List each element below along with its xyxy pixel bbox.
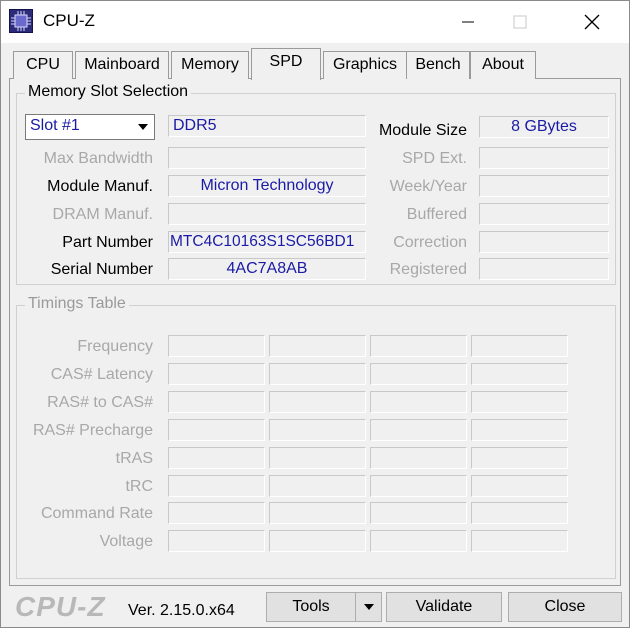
timing-cell — [269, 530, 366, 552]
timing-cell — [370, 530, 467, 552]
timing-cell — [168, 475, 265, 497]
maximize-icon[interactable] — [497, 1, 543, 43]
timing-cell — [269, 391, 366, 413]
timing-cell — [168, 502, 265, 524]
timing-row-label-cas-latency: CAS# Latency — [50, 366, 153, 383]
timing-cell — [269, 447, 366, 469]
correction-label: Correction — [393, 234, 467, 251]
cpu-z-window: CPU-Z CPU Mainboard Memory SPD Graphics … — [0, 0, 630, 628]
registered-label: Registered — [389, 261, 467, 278]
memory-type-field: DDR5 — [168, 115, 366, 137]
timing-cell — [269, 502, 366, 524]
title-bar[interactable]: CPU-Z — [1, 1, 629, 43]
timing-row-label-command-rate: Command Rate — [40, 505, 153, 522]
tools-dropdown-arrow-icon[interactable] — [355, 593, 381, 621]
spd-ext-label: SPD Ext. — [402, 150, 467, 167]
timing-row-label-frequency: Frequency — [77, 338, 153, 355]
registered-field — [479, 258, 609, 280]
dram-manuf-label: DRAM Manuf. — [52, 206, 153, 223]
timing-cell — [370, 475, 467, 497]
version-label: Ver. 2.15.0.x64 — [128, 602, 235, 619]
tab-about[interactable]: About — [470, 51, 536, 79]
timing-row-label-tras: tRAS — [115, 450, 153, 467]
timing-cell — [370, 502, 467, 524]
module-size-label: Module Size — [378, 122, 467, 139]
tab-graphics[interactable]: Graphics — [323, 51, 407, 79]
timing-cell — [168, 391, 265, 413]
timing-cell — [471, 447, 568, 469]
spd-ext-field — [479, 147, 609, 169]
tools-button-label: Tools — [292, 598, 330, 615]
timing-cell — [168, 335, 265, 357]
tools-button[interactable]: Tools — [266, 592, 382, 622]
tab-spd[interactable]: SPD — [251, 48, 321, 80]
timing-cell — [471, 391, 568, 413]
buffered-label: Buffered — [406, 206, 467, 223]
buffered-field — [479, 203, 609, 225]
timing-cell — [269, 335, 366, 357]
window-title: CPU-Z — [43, 11, 95, 30]
close-button[interactable]: Close — [508, 592, 622, 622]
chevron-down-icon[interactable] — [132, 115, 154, 139]
cpu-z-app-icon[interactable] — [9, 9, 33, 33]
timing-cell — [370, 419, 467, 441]
timing-cell — [168, 419, 265, 441]
timing-cell — [471, 363, 568, 385]
timing-row-label-ras-to-cas: RAS# to CAS# — [47, 394, 153, 411]
module-manuf-field: Micron Technology — [168, 175, 366, 197]
memory-slot-selection-title: Memory Slot Selection — [25, 83, 192, 101]
week-year-label: Week/Year — [389, 178, 467, 195]
serial-number-field: 4AC7A8AB — [168, 258, 366, 280]
timing-cell — [168, 530, 265, 552]
cpu-z-brand-logo: CPU-Z — [15, 591, 106, 622]
slot-select[interactable]: Slot #1 — [25, 114, 155, 140]
timing-cell — [471, 530, 568, 552]
part-number-field: MTC4C10163S1SC56BD1 — [168, 231, 366, 253]
timing-cell — [471, 502, 568, 524]
part-number-label: Part Number — [62, 234, 153, 251]
timing-cell — [269, 419, 366, 441]
close-icon[interactable] — [569, 1, 615, 43]
timing-cell — [269, 363, 366, 385]
tab-mainboard[interactable]: Mainboard — [75, 51, 169, 79]
week-year-field — [479, 175, 609, 197]
slot-select-value: Slot #1 — [30, 117, 80, 134]
correction-field — [479, 231, 609, 253]
minimize-icon[interactable] — [445, 1, 491, 43]
timing-row-label-voltage: Voltage — [99, 533, 153, 550]
timings-table-title: Timings Table — [25, 295, 129, 313]
timing-cell — [471, 475, 568, 497]
timing-cell — [168, 363, 265, 385]
timing-cell — [370, 391, 467, 413]
timing-cell — [471, 419, 568, 441]
timing-cell — [370, 335, 467, 357]
tab-memory[interactable]: Memory — [171, 51, 249, 79]
max-bandwidth-label: Max Bandwidth — [43, 150, 153, 167]
tab-cpu[interactable]: CPU — [13, 51, 73, 79]
max-bandwidth-field — [168, 147, 366, 169]
tab-bench[interactable]: Bench — [406, 51, 470, 79]
timing-cell — [370, 363, 467, 385]
module-manuf-label: Module Manuf. — [47, 178, 153, 195]
module-size-field: 8 GBytes — [479, 116, 609, 138]
serial-number-label: Serial Number — [50, 261, 153, 278]
dram-manuf-field — [168, 203, 366, 225]
timing-cell — [370, 447, 467, 469]
timing-cell — [269, 475, 366, 497]
timing-cell — [471, 335, 568, 357]
timing-row-label-trc: tRC — [125, 478, 153, 495]
timing-cell — [168, 447, 265, 469]
timing-row-label-ras-precharge: RAS# Precharge — [32, 422, 153, 439]
validate-button[interactable]: Validate — [386, 592, 502, 622]
